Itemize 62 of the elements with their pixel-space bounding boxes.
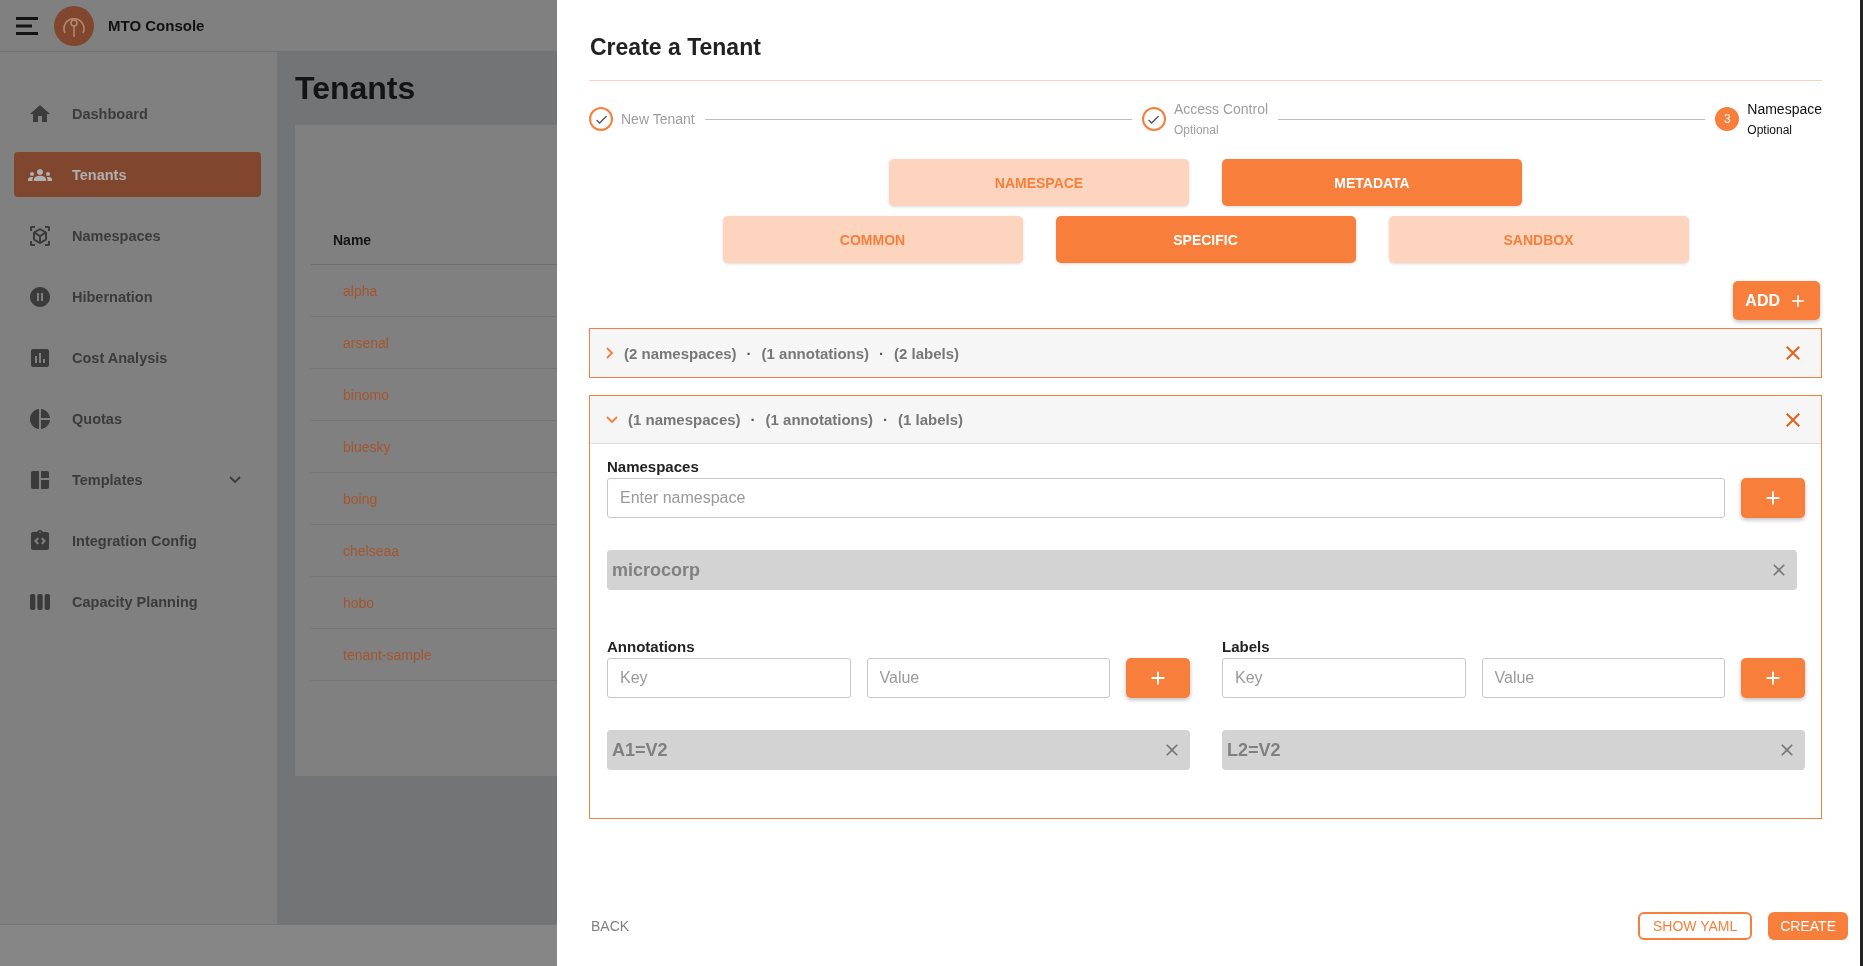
value-input[interactable]: Value: [1481, 658, 1725, 698]
key-input[interactable]: Key: [607, 658, 851, 698]
menu-icon[interactable]: [16, 15, 40, 36]
pause-icon: [28, 284, 52, 309]
cube-icon: [28, 223, 52, 248]
code-icon: [28, 528, 52, 553]
chip-text: A1=V2: [612, 739, 668, 761]
create-button[interactable]: CREATE: [1768, 912, 1848, 940]
accordion-header[interactable]: (1 namespaces) · (1 annotations) · (1 labels): [590, 396, 1821, 444]
sidebar-item[interactable]: Cost Analysis: [14, 335, 261, 380]
step-label: Namespace: [1747, 101, 1822, 117]
sidebar-item[interactable]: Capacity Planning: [14, 579, 261, 624]
chevron-right-icon: [606, 347, 614, 359]
sidebar-item[interactable]: Quotas: [14, 396, 261, 441]
summary-text: (2 labels): [894, 344, 960, 362]
sidebar-item[interactable]: Namespaces: [14, 213, 261, 258]
summary-text: (1 labels): [898, 411, 964, 428]
chip-text: L2=V2: [1227, 739, 1281, 761]
sidebar-item[interactable]: Integration Config: [14, 518, 261, 563]
logo-icon: [54, 5, 94, 46]
tab[interactable]: NAMESPACE: [889, 159, 1189, 206]
step-label: Access Control: [1173, 101, 1269, 117]
show-yaml-button[interactable]: SHOW YAML: [1637, 912, 1753, 940]
key-input[interactable]: Key: [1222, 658, 1466, 698]
add-button[interactable]: [1126, 658, 1190, 698]
page-title: Tenants: [295, 70, 417, 107]
summary-text: (1 annotations): [765, 411, 874, 428]
step-number: 3: [1715, 107, 1740, 131]
sidebar-item[interactable]: Templates: [14, 457, 261, 502]
tab[interactable]: COMMON: [722, 216, 1023, 263]
summary-text: (1 annotations): [761, 344, 870, 362]
add-button[interactable]: ADD: [1733, 281, 1820, 320]
tab[interactable]: SPECIFIC: [1055, 216, 1356, 263]
step-label: New Tenant: [621, 111, 695, 127]
pie-chart-icon: [28, 406, 52, 431]
field-label: Labels: [1222, 638, 1271, 655]
summary-text: (2 namespaces): [624, 344, 737, 362]
sidebar-item[interactable]: Tenants: [14, 152, 261, 197]
accordion-header[interactable]: (2 namespaces) · (1 annotations) · (2 labels): [590, 329, 1821, 377]
field-label: Annotations: [607, 638, 696, 655]
summary-text: (1 namespaces): [628, 411, 741, 428]
add-button[interactable]: [1741, 478, 1805, 518]
step-subtitle: Optional: [1747, 123, 1793, 137]
tab[interactable]: METADATA: [1222, 159, 1522, 206]
back-button[interactable]: BACK: [585, 917, 636, 935]
separator-dot: ·: [883, 411, 889, 428]
separator-dot: ·: [746, 344, 752, 362]
separator-dot: ·: [750, 411, 756, 428]
step-subtitle: Optional: [1173, 123, 1220, 137]
namespace-input[interactable]: Enter namespace: [607, 478, 1725, 518]
app-title: MTO Console: [108, 17, 205, 34]
separator-dot: ·: [879, 344, 885, 362]
drawer-title: Create a Tenant: [590, 34, 762, 62]
field-label: Namespaces: [607, 458, 700, 475]
chevron-down-icon: [229, 475, 241, 484]
sidebar-item[interactable]: Dashboard: [14, 91, 261, 136]
sidebar-item[interactable]: Hibernation: [14, 274, 261, 319]
chip-text: microcorp: [612, 559, 701, 581]
add-button[interactable]: [1741, 658, 1805, 698]
chevron-down-icon: [606, 415, 618, 424]
tab[interactable]: SANDBOX: [1388, 216, 1689, 263]
value-input[interactable]: Value: [866, 658, 1110, 698]
